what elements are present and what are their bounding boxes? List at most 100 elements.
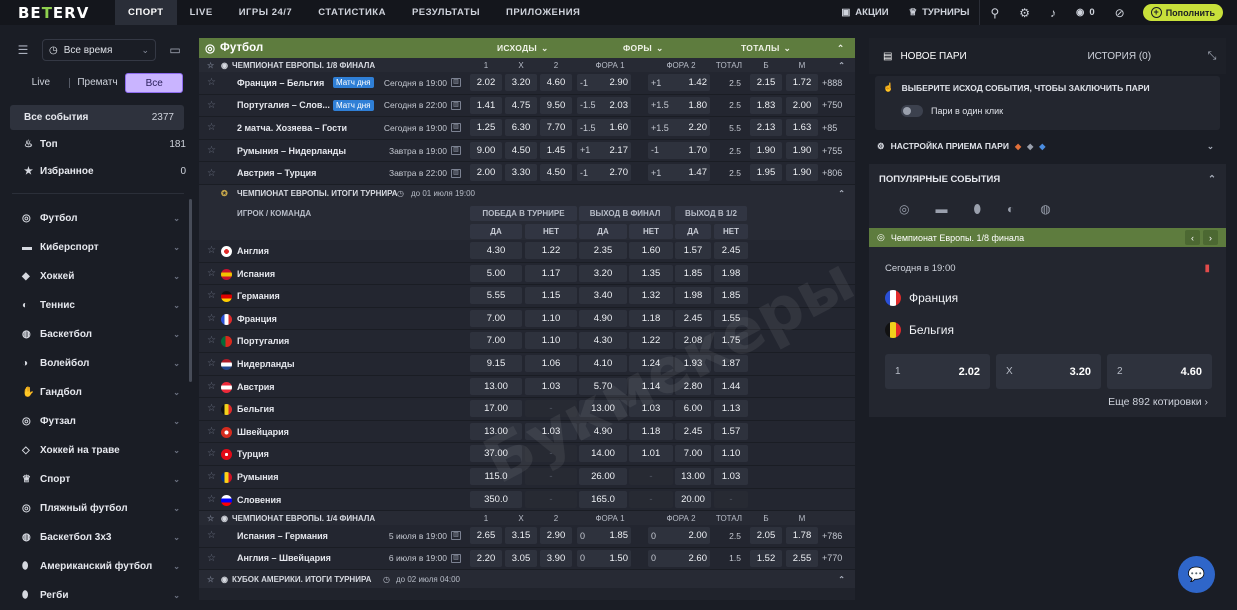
outright-odd[interactable]: 7.00 [470, 332, 522, 350]
segment-prematch[interactable]: Прематч [70, 73, 126, 93]
handicap-2[interactable]: 0 2.00 [648, 527, 710, 545]
outright-odd[interactable]: 1.75 [714, 332, 748, 350]
outright-odd[interactable]: 1.14 [629, 377, 673, 395]
sport-other[interactable]: ♕ Спорт ⌄ [0, 465, 196, 494]
tab-new-bet[interactable]: ▤ НОВОЕ ПАРИ [869, 51, 1041, 62]
outright-odd[interactable]: 2.45 [714, 241, 748, 259]
stats-icon[interactable]: ▥ [451, 123, 461, 133]
outright-odd[interactable]: 1.03 [525, 377, 577, 395]
nav-games[interactable]: ИГРЫ 24/7 [226, 0, 305, 25]
odd-draw-button[interactable]: X 3.20 [996, 354, 1101, 389]
sidebar-item-favorites[interactable]: ★ Избранное 0 [0, 159, 196, 184]
stats-icon[interactable]: ▥ [451, 531, 461, 541]
tab-history[interactable]: ИСТОРИЯ (0) [1041, 51, 1199, 62]
star-icon[interactable]: ☆ [207, 448, 216, 459]
outright-odd[interactable]: 2.45 [675, 422, 711, 440]
star-icon[interactable]: ☆ [207, 403, 216, 414]
odd-over[interactable]: 2.05 [750, 527, 782, 545]
outright-odd[interactable]: 1.10 [525, 309, 577, 327]
match-row[interactable]: ☆ Испания – Германия 5 июля в 19:00 ▥ 2.65 3.… [199, 525, 855, 548]
odd-over[interactable]: 1.52 [750, 549, 782, 567]
collapse-icon[interactable]: ⌃ [1208, 174, 1216, 185]
stats-icon[interactable]: ▮ [1204, 263, 1210, 274]
odd-2[interactable]: 4.60 [540, 74, 572, 91]
league-header[interactable]: ☆ ◉ ЧЕМПИОНАТ ЕВРОПЫ. 1/4 ФИНАЛА 1 X 2 ФО… [199, 511, 855, 526]
star-icon[interactable]: ☆ [207, 575, 214, 584]
outright-odd[interactable]: 2.80 [675, 377, 711, 395]
handicap-2[interactable]: +1 1.42 [648, 74, 710, 91]
handicap-1[interactable]: -1.5 1.60 [577, 119, 631, 137]
sidebar-item-top[interactable]: ♨ Топ 181 [0, 132, 196, 157]
team-away[interactable]: Бельгия [869, 314, 1226, 346]
star-icon[interactable]: ☆ [207, 168, 216, 179]
star-icon[interactable]: ☆ [207, 77, 216, 88]
nav-apps[interactable]: ПРИЛОЖЕНИЯ [493, 0, 593, 25]
outright-odd[interactable]: 1.24 [629, 354, 673, 372]
outright-odd[interactable]: 9.15 [470, 354, 522, 372]
outright-odd[interactable]: 2.08 [675, 332, 711, 350]
collapse-icon[interactable]: ⌃ [838, 575, 845, 584]
outright-odd[interactable]: 1.01 [629, 445, 673, 463]
outright-odd[interactable]: 1.98 [714, 264, 748, 282]
star-icon[interactable]: ☆ [207, 471, 216, 482]
odd-over[interactable]: 2.13 [750, 119, 782, 137]
more-markets-link[interactable]: +770 [822, 553, 842, 563]
odd-under[interactable]: 2.55 [786, 549, 818, 567]
outright-odd[interactable]: 37.00 [470, 445, 522, 463]
outright-odd[interactable]: 17.00 [470, 400, 522, 418]
outright-odd[interactable]: 4.30 [579, 332, 627, 350]
outright-odd[interactable]: 3.20 [579, 264, 627, 282]
outright-odd[interactable]: 20.00 [675, 490, 711, 508]
star-icon[interactable]: ☆ [207, 494, 216, 505]
outright-odd[interactable]: 4.30 [470, 241, 522, 259]
odd-home-button[interactable]: 1 2.02 [885, 354, 990, 389]
outright-odd[interactable]: 2.45 [675, 309, 711, 327]
star-icon[interactable]: ☆ [207, 514, 214, 523]
outright-odd[interactable]: 2.35 [579, 241, 627, 259]
odd-over[interactable]: 2.15 [750, 74, 782, 91]
star-icon[interactable]: ☆ [207, 335, 216, 346]
rugby-icon[interactable]: ⬮ [973, 202, 981, 222]
handicap-1[interactable]: +1 2.17 [577, 141, 631, 159]
league-header[interactable]: ☆ ◉ КУБОК АМЕРИКИ. ИТОГИ ТУРНИРА ◷ до 02 … [199, 570, 855, 589]
outright-odd[interactable]: 1.03 [525, 422, 577, 440]
sport-basketball[interactable]: ◍ Баскетбол ⌄ [0, 320, 196, 349]
handicap-1[interactable]: 0 1.85 [577, 527, 631, 545]
odd-2[interactable]: 4.50 [540, 164, 572, 182]
handicap-1[interactable]: -1.5 2.03 [577, 96, 631, 114]
outright-odd[interactable]: 1.32 [629, 287, 673, 305]
outright-odd[interactable]: 13.00 [579, 400, 627, 418]
outright-odd[interactable]: 4.90 [579, 309, 627, 327]
outright-odd[interactable]: 14.00 [579, 445, 627, 463]
odd-2[interactable]: 2.90 [540, 527, 572, 545]
outright-odd[interactable]: 5.55 [470, 287, 522, 305]
star-icon[interactable]: ☆ [207, 268, 216, 279]
odd-x[interactable]: 3.15 [505, 527, 537, 545]
outright-odd[interactable]: 1.18 [629, 422, 673, 440]
odd-x[interactable]: 3.20 [505, 74, 537, 91]
collapse-icon[interactable]: ⌃ [838, 189, 845, 198]
match-row[interactable]: ☆ Австрия – Турция Завтра в 22:00 ▥ 2.00 3.30… [199, 162, 855, 185]
star-icon[interactable]: ☆ [207, 313, 216, 324]
odd-1[interactable]: 2.20 [470, 549, 502, 567]
promo-link[interactable]: ▣ АКЦИИ [831, 7, 898, 18]
stats-icon[interactable]: ▥ [451, 553, 461, 563]
segment-live[interactable]: Live [13, 73, 69, 93]
odd-1[interactable]: 2.65 [470, 527, 502, 545]
match-teams[interactable]: Румыния – Нидерланды [237, 146, 346, 156]
stats-icon[interactable]: ▥ [451, 78, 461, 88]
chevron-right-icon[interactable]: › [1203, 230, 1218, 245]
match-row[interactable]: ☆ Румыния – Нидерланды Завтра в 19:00 ▥ 9.00… [199, 139, 855, 163]
outright-odd[interactable]: 6.00 [675, 400, 711, 418]
handicap-1[interactable]: -1 2.70 [577, 164, 631, 182]
odd-under[interactable]: 2.00 [786, 96, 818, 114]
outright-odd[interactable]: 1.98 [675, 287, 711, 305]
outright-odd[interactable]: 5.70 [579, 377, 627, 395]
more-odds-link[interactable]: Еще 892 котировки › [1108, 396, 1208, 408]
handicap-1[interactable]: 0 1.50 [577, 549, 631, 567]
nav-sport[interactable]: СПОРТ [115, 0, 177, 25]
team-home[interactable]: Франция [869, 282, 1226, 314]
odd-2[interactable]: 1.45 [540, 141, 572, 159]
odd-x[interactable]: 4.50 [505, 141, 537, 159]
more-markets-link[interactable]: +750 [822, 100, 842, 110]
